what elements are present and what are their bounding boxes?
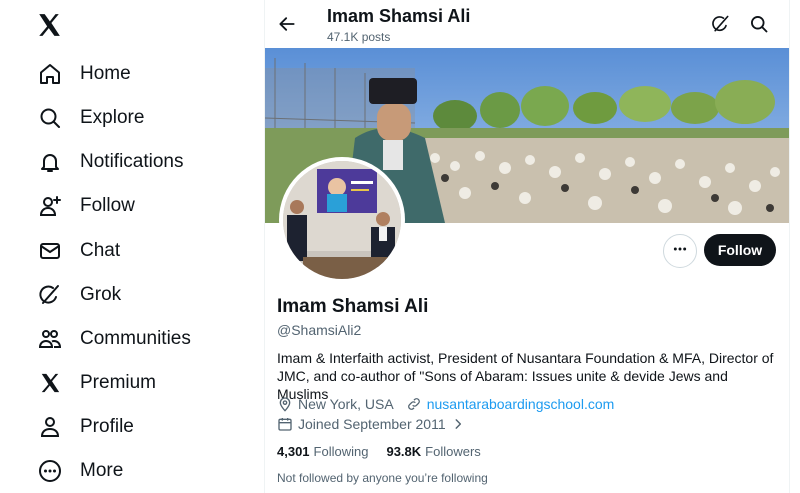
grok-icon[interactable] (709, 12, 733, 36)
x-premium-icon (38, 371, 62, 395)
following-label: Following (313, 444, 369, 459)
followers-link[interactable]: 93.8K Followers (386, 444, 480, 459)
calendar-icon (277, 416, 293, 432)
profile-avatar[interactable] (279, 157, 405, 283)
search-icon (38, 106, 62, 130)
x-logo-icon[interactable] (36, 12, 64, 40)
nav-premium[interactable]: Premium (38, 367, 156, 399)
location-pin-icon (277, 396, 293, 412)
nav-home-label: Home (80, 63, 131, 84)
grok-icon (38, 283, 62, 307)
followers-count: 93.8K (386, 444, 422, 459)
communities-icon (38, 327, 62, 351)
header-name: Imam Shamsi Ali (327, 6, 471, 26)
column-divider (789, 0, 790, 493)
profile-meta-row: New York, USA nusantaraboardingschool.co… (277, 395, 614, 413)
nav-notifications-label: Notifications (80, 151, 184, 172)
nav-notifications[interactable]: Notifications (38, 146, 184, 178)
nav-home[interactable]: Home (38, 58, 131, 90)
profile-joined-row[interactable]: Joined September 2011 (277, 415, 471, 433)
nav-chat-label: Chat (80, 240, 121, 261)
nav-grok[interactable]: Grok (38, 279, 121, 311)
nav-explore-label: Explore (80, 107, 145, 128)
nav-explore[interactable]: Explore (38, 102, 144, 134)
chevron-right-icon (450, 416, 466, 432)
person-plus-icon (38, 194, 62, 218)
nav-more[interactable]: More (38, 455, 123, 487)
followers-label: Followers (425, 444, 481, 459)
nav-communities-label: Communities (80, 328, 191, 349)
nav-communities[interactable]: Communities (38, 323, 191, 355)
profile-joined-date: Joined September 2011 (298, 416, 446, 432)
followed-by-note: Not followed by anyone you’re following (277, 471, 488, 485)
profile-website-link[interactable]: nusantaraboardingschool.com (427, 396, 615, 412)
nav-premium-label: Premium (80, 372, 157, 393)
nav-follow-label: Follow (80, 195, 135, 216)
more-circle-icon (38, 459, 62, 483)
profile-location: New York, USA (298, 396, 394, 412)
back-arrow-icon[interactable] (275, 12, 299, 36)
person-icon (38, 415, 62, 439)
profile-header-bar: Imam Shamsi Ali 47.1K posts (265, 0, 789, 48)
bell-icon (38, 150, 62, 174)
mail-icon (38, 239, 62, 263)
more-dots-icon (672, 241, 688, 262)
following-link[interactable]: 4,301 Following (277, 444, 368, 459)
nav-follow[interactable]: Follow (38, 190, 135, 222)
follow-button[interactable]: Follow (704, 234, 776, 266)
nav-profile-label: Profile (80, 416, 134, 437)
profile-handle: @ShamsiAli2 (277, 322, 362, 338)
nav-more-label: More (80, 460, 124, 481)
sidebar: Home Explore Notifications Follow Chat G… (0, 0, 264, 493)
following-count: 4,301 (277, 444, 310, 459)
more-options-button[interactable] (663, 234, 697, 268)
home-icon (38, 62, 62, 86)
header-post-count: 47.1K posts (327, 30, 391, 44)
profile-column: Imam Shamsi Ali 47.1K posts Follow Imam … (265, 0, 789, 493)
search-icon[interactable] (747, 12, 771, 36)
follow-stats: 4,301 Following 93.8K Followers (277, 444, 499, 459)
nav-grok-label: Grok (80, 284, 122, 305)
nav-chat[interactable]: Chat (38, 235, 120, 267)
profile-name: Imam Shamsi Ali (277, 296, 429, 317)
nav-profile[interactable]: Profile (38, 411, 134, 443)
link-icon (406, 396, 422, 412)
